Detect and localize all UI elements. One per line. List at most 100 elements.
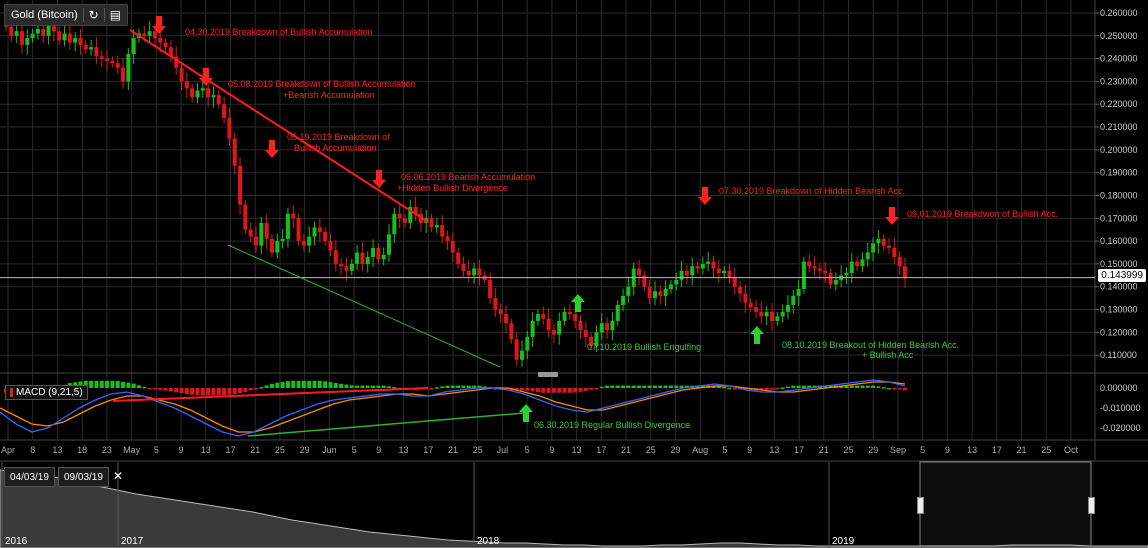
macd-histogram-bar <box>136 385 141 388</box>
navigator[interactable]: 2016 2017 2018 2019 <box>0 461 1148 548</box>
macd-histogram-bar <box>573 388 578 393</box>
macd-histogram-bar <box>163 388 168 391</box>
macd-histogram-bar <box>360 385 365 388</box>
y-tick-label: 0.120000 <box>1100 327 1138 337</box>
instrument-header: Gold (Bitcoin) ↻ ▤ <box>4 4 129 26</box>
macd-indicator-label[interactable]: MACD (9,21,5) <box>5 385 88 400</box>
y-tick-label: 0.260000 <box>1100 8 1138 18</box>
macd-y-tick-label: -0.020000 <box>1100 423 1141 433</box>
x-tick-label: 21 <box>819 445 829 455</box>
candle-body <box>557 320 562 335</box>
macd-histogram-bar <box>541 388 546 393</box>
macd-histogram-bar <box>222 388 227 396</box>
candle-body <box>567 311 572 315</box>
candle-body <box>626 286 631 296</box>
chart-canvas[interactable]: 0.260000 0.250000 0.240000 0.230000 0.220000… <box>0 0 1148 548</box>
y-tick-label: 0.210000 <box>1100 122 1138 132</box>
x-tick-label: 17 <box>596 445 606 455</box>
candle-body <box>887 245 892 248</box>
macd-histogram-bar <box>121 381 126 388</box>
annotation-text: 08.10.2019 Breakout of Hidden Bearish Ac… <box>782 340 959 350</box>
macd-histogram-bar <box>206 388 211 396</box>
candle-body <box>94 47 99 57</box>
x-tick-label: Jul <box>497 445 509 455</box>
macd-histogram-bar <box>727 387 732 390</box>
candle-body <box>551 330 556 335</box>
macd-histogram-bar <box>732 388 737 390</box>
macd-histogram-bar <box>105 380 110 388</box>
x-tick-label: 13 <box>572 445 582 455</box>
candle-body <box>801 261 806 290</box>
candle-body <box>817 268 822 271</box>
candle-body <box>477 268 482 276</box>
y-tick-label: 0.190000 <box>1100 168 1138 178</box>
range-end-value: 09/03/19 <box>64 471 103 483</box>
macd-histogram-bar <box>243 388 248 392</box>
macd-histogram-bar <box>328 382 333 388</box>
pane-resize-handle[interactable] <box>538 372 558 377</box>
macd-histogram-bar <box>871 385 876 388</box>
macd-histogram-bar <box>785 386 790 389</box>
candle-body <box>35 28 40 34</box>
candle-body <box>530 320 535 337</box>
candle-body <box>770 311 775 321</box>
macd-histogram-bar <box>605 385 610 388</box>
candle-body <box>679 270 684 280</box>
y-tick-label: 0.240000 <box>1100 54 1138 64</box>
range-start-field[interactable]: 04/03/19 <box>4 467 55 487</box>
x-tick-label: 5 <box>352 445 357 455</box>
macd-histogram-bar <box>174 388 179 393</box>
candle-body <box>206 88 211 98</box>
candle-body <box>546 318 551 331</box>
close-icon[interactable]: ✕ <box>113 469 123 483</box>
x-tick-label: 9 <box>376 445 381 455</box>
macd-histogram-bar <box>238 388 243 394</box>
x-tick-label: 9 <box>747 445 752 455</box>
annotation-text: +Hidden Bullish Divergence <box>397 183 508 193</box>
y-tick-label: 0.170000 <box>1100 213 1138 223</box>
candle-body <box>440 225 445 237</box>
candle-body <box>525 336 530 351</box>
y-tick-label: 0.180000 <box>1100 190 1138 200</box>
macd-histogram-bar <box>764 388 769 390</box>
navigator-right-handle[interactable] <box>1088 497 1095 514</box>
range-end-field[interactable]: 09/03/19 <box>58 467 109 487</box>
candle-body <box>754 307 759 312</box>
candle-body <box>748 302 753 308</box>
candle-body <box>360 252 365 264</box>
macd-histogram-bar <box>855 385 860 388</box>
candle-body <box>222 104 227 118</box>
candle-body <box>780 311 785 317</box>
candle-body <box>892 247 897 258</box>
x-tick-label: 9 <box>179 445 184 455</box>
navigator-left-handle[interactable] <box>917 497 924 514</box>
macd-y-tick-label: 0.000000 <box>1100 383 1138 393</box>
candle-body <box>376 247 381 260</box>
candle-body <box>535 314 540 321</box>
annotation-text: 05.08.2019 Breakdown of Bullish Accumula… <box>228 79 416 89</box>
candle-body <box>328 241 333 251</box>
x-tick-label: 29 <box>300 445 310 455</box>
candle-body <box>402 218 407 223</box>
candle-body <box>578 320 583 331</box>
x-tick-label: 5 <box>154 445 159 455</box>
macd-histogram-bar <box>626 385 631 388</box>
candle-body <box>73 38 78 43</box>
x-tick-label: 25 <box>275 445 285 455</box>
candle-body <box>381 254 386 260</box>
candle-body <box>78 38 83 45</box>
macd-histogram-bar <box>115 380 120 388</box>
refresh-icon[interactable]: ↻ <box>89 8 99 22</box>
x-tick-label: Oct <box>1064 445 1079 455</box>
macd-histogram-bar <box>126 382 131 388</box>
candle-body <box>19 31 24 45</box>
navigator-year-label: 2019 <box>832 536 855 547</box>
candle-body <box>184 81 189 89</box>
candle-body <box>46 24 51 36</box>
bar-chart-icon[interactable]: ▤ <box>110 8 121 22</box>
macd-histogram-bar <box>264 385 269 388</box>
candle-body <box>216 95 221 105</box>
macd-y-tick-label: -0.010000 <box>1100 403 1141 413</box>
candle-body <box>897 257 902 267</box>
macd-histogram-bar <box>333 382 338 388</box>
